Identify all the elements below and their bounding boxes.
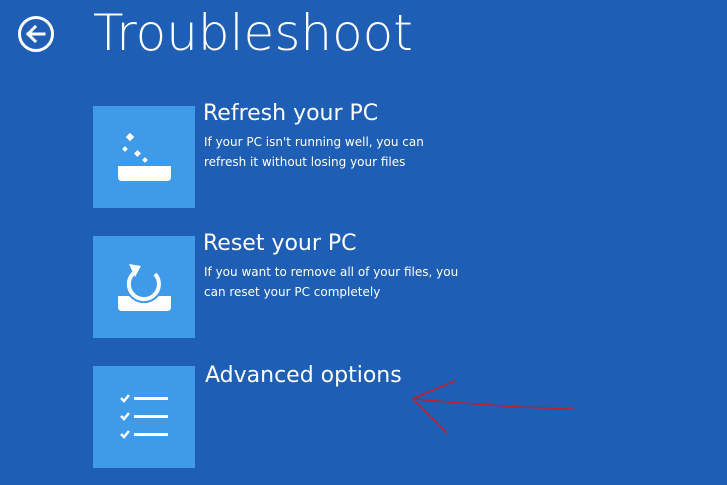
refresh-pc-description: If your PC isn't running well, you can r… [204, 135, 424, 169]
refresh-pc-tile[interactable] [93, 106, 195, 208]
refresh-pc-option[interactable]: Refresh your PC If your PC isn't running… [93, 101, 653, 208]
checklist-icon [120, 394, 168, 439]
reset-pc-option[interactable]: Reset your PC If you want to remove all … [93, 231, 653, 338]
red-arrow-annotation [411, 380, 574, 434]
refresh-pc-icon [118, 132, 171, 181]
back-button[interactable] [17, 15, 55, 53]
advanced-options-tile[interactable] [93, 366, 195, 468]
reset-pc-tile[interactable] [93, 236, 195, 338]
reset-pc-title: Reset your PC [203, 231, 357, 256]
back-arrow-circle-icon [18, 16, 54, 52]
page-title: Troubleshoot [93, 4, 413, 62]
reset-pc-icon [118, 264, 171, 311]
reset-pc-description: If you want to remove all of your files,… [204, 265, 459, 299]
advanced-options-title: Advanced options [205, 363, 402, 388]
refresh-pc-title: Refresh your PC [203, 101, 379, 126]
